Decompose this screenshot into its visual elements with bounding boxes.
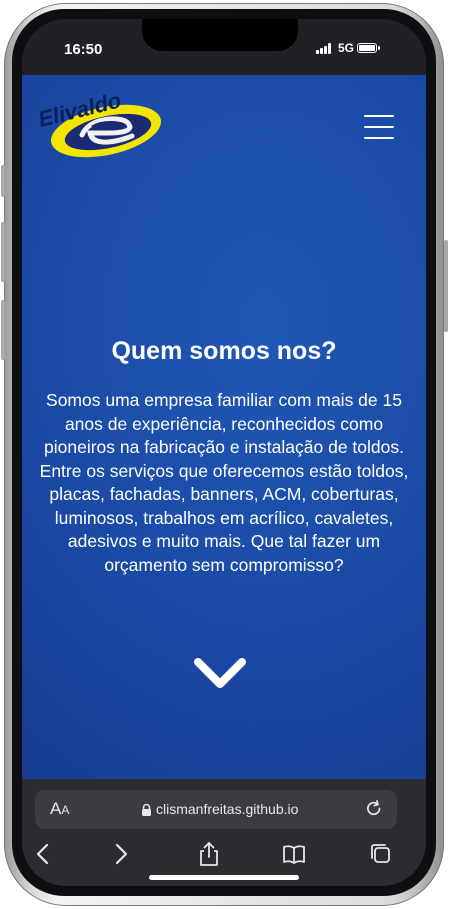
share-icon[interactable] [196, 841, 222, 867]
reload-icon[interactable] [365, 799, 383, 819]
browser-toolbar: AA clismanfreitas.github.io [22, 779, 426, 886]
about-paragraph: Somos uma empresa familiar com mais de 1… [39, 390, 409, 575]
hamburger-icon [364, 115, 394, 117]
home-indicator[interactable] [149, 875, 299, 880]
page-heading: Quem somos nos? [111, 337, 337, 365]
status-bar: 16:50 5G [22, 19, 426, 75]
url-text: clismanfreitas.github.io [156, 801, 299, 817]
reader-settings-button[interactable]: AA [50, 799, 69, 819]
side-button [1, 222, 5, 282]
side-button [1, 165, 5, 197]
chevron-down-icon[interactable] [193, 657, 247, 691]
back-icon[interactable] [30, 841, 56, 867]
side-button [444, 240, 448, 332]
battery-icon [357, 43, 380, 53]
screen: 16:50 5G Elivaldo Quem somos nos? Somos … [22, 19, 426, 886]
tabs-icon[interactable] [368, 841, 394, 867]
site-logo[interactable]: Elivaldo [34, 87, 174, 161]
menu-button[interactable] [364, 115, 394, 139]
web-content: Elivaldo Quem somos nos? Somos uma empre… [22, 75, 426, 779]
status-time: 16:50 [64, 41, 103, 58]
forward-icon[interactable] [108, 841, 134, 867]
lock-icon [142, 804, 151, 816]
phone-bezel: 16:50 5G Elivaldo Quem somos nos? Somos … [12, 9, 436, 896]
dynamic-island [142, 19, 298, 51]
bookmarks-icon[interactable] [281, 841, 307, 867]
address-bar[interactable]: AA clismanfreitas.github.io [35, 790, 397, 829]
network-label: 5G [338, 41, 355, 55]
side-button [1, 300, 5, 360]
signal-icon [316, 43, 334, 54]
